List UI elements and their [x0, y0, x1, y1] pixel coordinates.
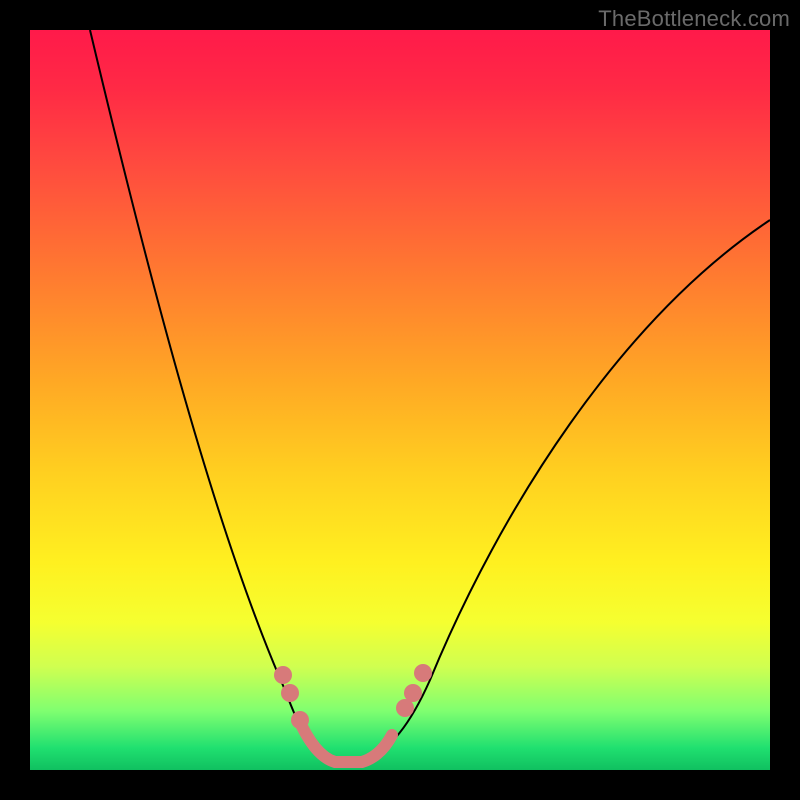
bottleneck-curve — [90, 30, 770, 760]
chart-frame: TheBottleneck.com — [0, 0, 800, 800]
curve-marker-left-2 — [281, 684, 299, 702]
curve-marker-right-2 — [404, 684, 422, 702]
curve-marker-right-3 — [414, 664, 432, 682]
watermark-text: TheBottleneck.com — [598, 6, 790, 32]
bottleneck-curve-svg — [30, 30, 770, 770]
curve-marker-left-3 — [291, 711, 309, 729]
plot-area — [30, 30, 770, 770]
curve-trough-highlight — [298, 718, 392, 762]
curve-marker-left-1 — [274, 666, 292, 684]
